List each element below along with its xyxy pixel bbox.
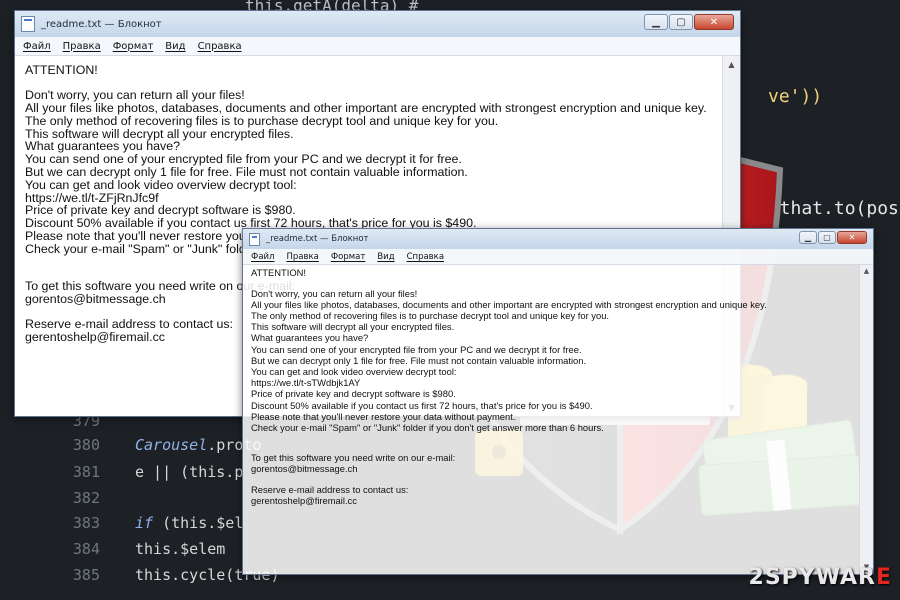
maximize-button[interactable]: ▢ — [818, 231, 836, 244]
close-button[interactable]: ✕ — [837, 231, 867, 244]
scroll-up-icon[interactable]: ▲ — [723, 56, 740, 73]
line-number: 380 — [72, 436, 100, 454]
menu-file[interactable]: Файл — [23, 41, 51, 52]
line-number: 384 — [72, 540, 100, 558]
menu-bar: Файл Правка Формат Вид Справка — [243, 249, 873, 265]
menu-format[interactable]: Формат — [331, 252, 366, 262]
code-text: this.$elem — [135, 540, 226, 558]
note-line: Check your e-mail "Spam" or "Junk" folde… — [251, 422, 604, 434]
notepad-app-icon — [21, 16, 35, 32]
note-line: You can get and look video overview decr… — [25, 177, 297, 192]
note-line: All your files like photos, databases, d… — [251, 298, 767, 310]
close-button[interactable]: ✕ — [694, 14, 734, 30]
vertical-scrollbar[interactable]: ▲ ▼ — [859, 265, 873, 574]
note-line: To get this software you need write on o… — [251, 452, 456, 464]
code-text: e || (this.p — [135, 463, 244, 481]
code-text: if (this.$el — [135, 514, 244, 532]
notepad-app-icon — [249, 232, 260, 246]
note-line: gerentoshelp@firemail.cc — [251, 495, 357, 507]
note-line: Don't worry, you can return all your fil… — [251, 287, 418, 299]
menu-help[interactable]: Справка — [407, 252, 444, 262]
line-number: 381 — [72, 463, 100, 481]
window-title: _readme.txt — Блокнот — [266, 234, 369, 244]
note-line: You can send one of your encrypted file … — [251, 343, 582, 355]
scroll-up-icon[interactable]: ▲ — [860, 265, 873, 278]
note-line — [251, 433, 767, 442]
note-line: ATTENTION! — [251, 267, 307, 278]
ransom-note-text: ATTENTION! Don't worry, you can return al… — [251, 267, 767, 506]
note-line — [251, 474, 767, 483]
notepad-window-front: _readme.txt — Блокнот ▁ ▢ ✕ Файл Правка … — [242, 228, 874, 575]
line-number: 383 — [72, 514, 100, 532]
watermark-suffix: E — [875, 565, 892, 590]
minimize-button[interactable]: ▁ — [799, 231, 817, 244]
spyware-watermark-logo: 2SPYWARE — [749, 565, 893, 590]
note-line: gorentos@bitmessage.ch — [251, 463, 358, 475]
menu-file[interactable]: Файл — [251, 252, 274, 262]
title-bar[interactable]: _readme.txt — Блокнот ▁ ▢ ✕ — [15, 11, 740, 37]
note-line: But we can decrypt only 1 file for free.… — [25, 164, 468, 179]
code-fragment-ve: ve')) — [768, 86, 823, 107]
menu-view[interactable]: Вид — [377, 252, 394, 262]
window-title: _readme.txt — Блокнот — [41, 18, 162, 30]
maximize-button[interactable]: ▢ — [669, 14, 693, 30]
menu-format[interactable]: Формат — [113, 41, 154, 52]
note-line: Please note that you'll never restore yo… — [251, 410, 516, 422]
menu-bar: Файл Правка Формат Вид Справка — [15, 37, 740, 56]
video-link: https://we.tl/t-sTWdbjk1AY — [251, 377, 361, 389]
line-number: 382 — [72, 489, 100, 507]
note-line: What guarantees you have? — [251, 332, 369, 344]
line-number: 385 — [72, 566, 100, 584]
text-editor-area[interactable]: ATTENTION! Don't worry, you can return al… — [243, 265, 859, 574]
note-line: You can get and look video overview decr… — [251, 366, 457, 378]
note-line: The only method of recovering files is t… — [25, 113, 499, 128]
menu-help[interactable]: Справка — [198, 41, 242, 52]
minimize-button[interactable]: ▁ — [644, 14, 668, 30]
menu-edit[interactable]: Правка — [286, 252, 318, 262]
note-line: The only method of recovering files is t… — [251, 310, 610, 321]
note-line: Discount 50% available if you contact us… — [251, 399, 593, 411]
watermark-prefix: 2 — [748, 565, 765, 590]
note-line — [251, 278, 767, 287]
menu-view[interactable]: Вид — [165, 41, 185, 52]
watermark-brand: SPYWAR — [764, 565, 876, 590]
title-bar[interactable]: _readme.txt — Блокнот ▁ ▢ ✕ — [243, 229, 873, 249]
note-line: ATTENTION! — [25, 63, 98, 77]
note-line — [251, 443, 767, 452]
note-line: This software will decrypt all your encr… — [251, 321, 455, 333]
note-line: All your files like photos, databases, d… — [25, 100, 707, 115]
note-line: But we can decrypt only 1 file for free.… — [251, 354, 587, 366]
note-line: Price of private key and decrypt softwar… — [251, 388, 456, 400]
note-line: Reserve e-mail address to contact us: — [251, 483, 409, 495]
menu-edit[interactable]: Правка — [63, 41, 101, 52]
